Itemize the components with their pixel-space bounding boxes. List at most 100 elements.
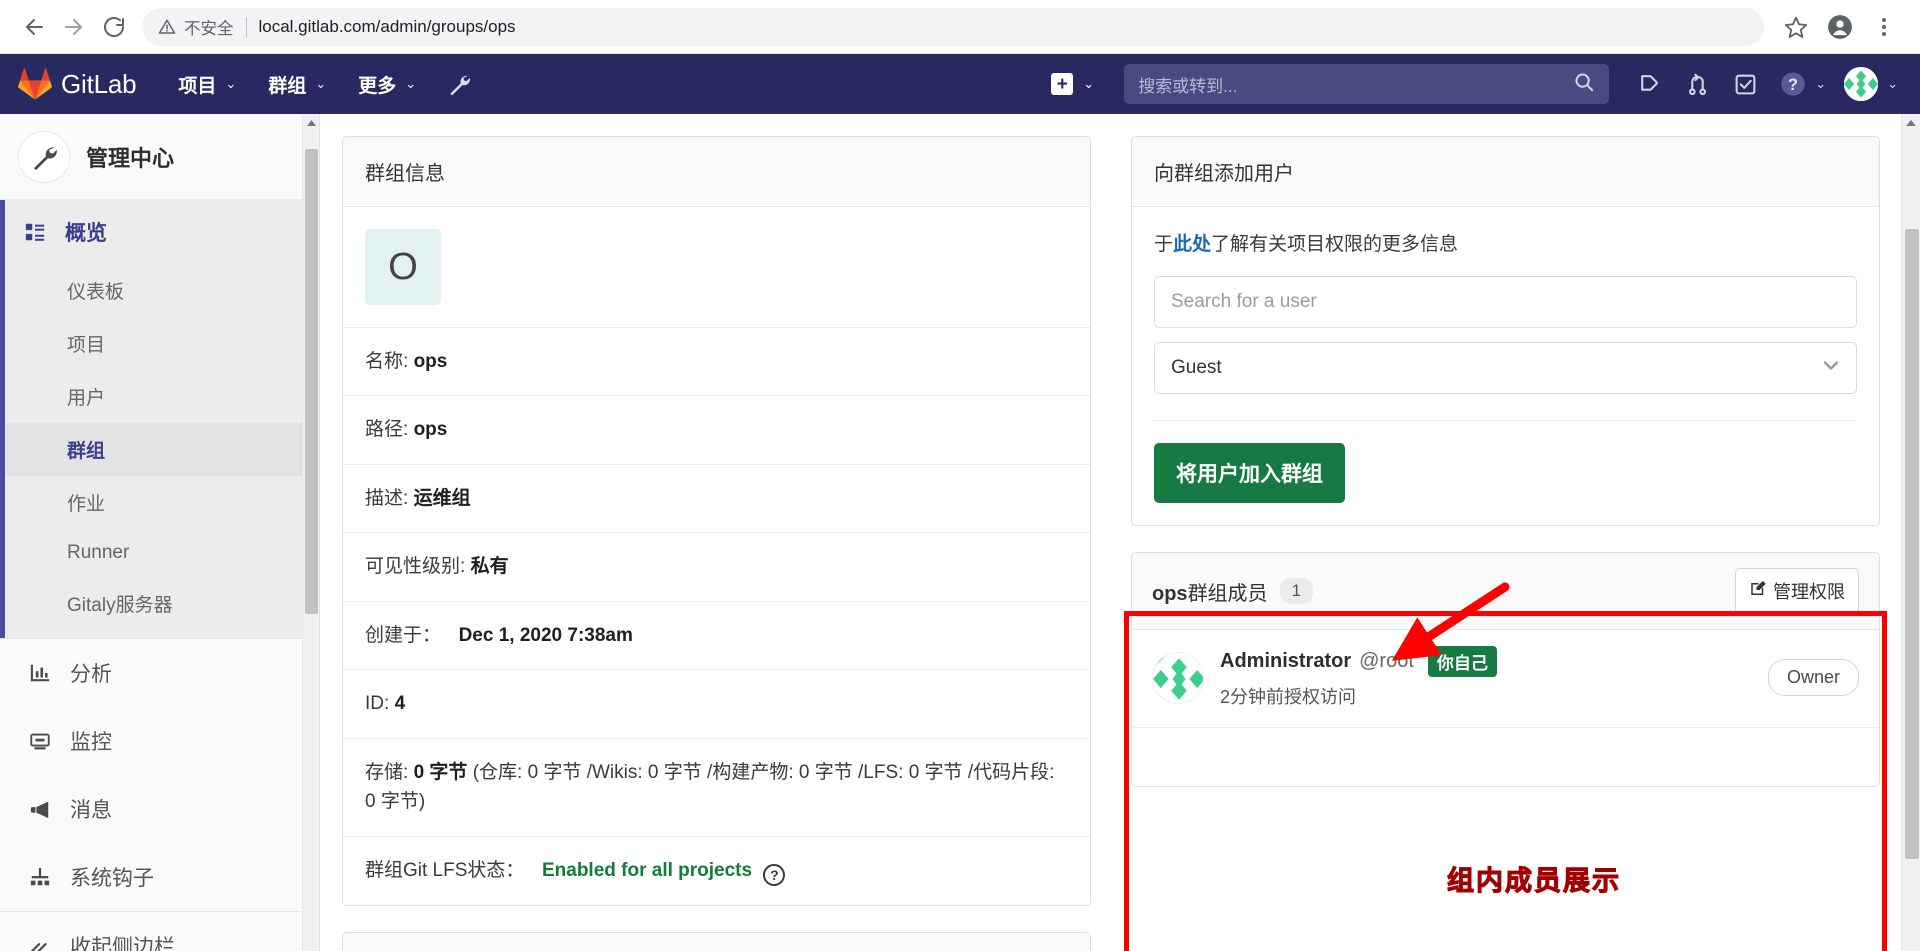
sidebar-scroll-thumb[interactable] — [305, 149, 318, 614]
group-created-value: Dec 1, 2020 7:38am — [458, 624, 633, 646]
group-storage-detail: (仓库: 0 字节 /Wikis: 0 字节 /构建产物: 0 字节 /LFS:… — [365, 761, 1055, 813]
permissions-link[interactable]: 此处 — [1173, 234, 1211, 255]
security-warning: 不安全 — [158, 15, 234, 39]
sidebar-item-system-hooks[interactable]: 系统钩子 — [0, 843, 319, 911]
gitlab-wordmark: GitLab — [61, 68, 137, 99]
sidebar-item-messages[interactable]: 消息 — [0, 775, 319, 843]
members-count-badge: 1 — [1279, 578, 1314, 604]
member-row[interactable]: Administrator @root 你自己 2分钟前授权访问 Owner — [1132, 630, 1879, 728]
sidebar-item-monitoring[interactable]: 监控 — [0, 707, 319, 775]
sidebar-item-gitaly[interactable]: Gitaly服务器 — [5, 577, 319, 630]
group-name-label: 名称: — [365, 351, 409, 372]
merge-requests-icon[interactable] — [1673, 54, 1721, 114]
nav-groups-label: 群组 — [268, 75, 307, 97]
main-scrollbar[interactable] — [1901, 114, 1920, 951]
create-new-button[interactable]: + ⌄ — [1043, 73, 1102, 95]
sidebar-messages-label: 消息 — [70, 799, 112, 822]
sidebar-system-hooks-label: 系统钩子 — [70, 867, 154, 890]
group-storage-row: 存储: 0 字节 (仓库: 0 字节 /Wikis: 0 字节 /构建产物: 0… — [343, 739, 1090, 837]
two-column-layout: 群组信息 O 名称: ops 路径: ops 描述: 运维组 可见性级别: 私有… — [342, 136, 1880, 951]
group-avatar: O — [365, 229, 441, 305]
edit-pencil-icon — [1749, 580, 1767, 603]
sidebar-item-overview[interactable]: 概览 — [5, 200, 319, 264]
sidebar-item-collapse[interactable]: 收起侧边栏 — [0, 912, 319, 951]
system-hooks-icon — [29, 866, 55, 888]
group-path-row: 路径: ops — [343, 396, 1090, 465]
chevron-down-icon: ⌄ — [1083, 76, 1095, 91]
sidebar-item-groups[interactable]: 群组 — [5, 423, 319, 476]
monitoring-icon — [29, 730, 55, 752]
form-divider — [1154, 420, 1857, 421]
role-select-wrapper[interactable]: Guest — [1154, 342, 1857, 394]
role-select[interactable]: Guest — [1154, 342, 1857, 394]
search-icon — [1573, 71, 1595, 98]
sidebar-monitoring-label: 监控 — [70, 731, 112, 754]
sidebar-header[interactable]: 管理中心 — [0, 114, 319, 200]
member-access-time: 2分钟前授权访问 — [1220, 687, 1357, 707]
sidebar-item-runner[interactable]: Runner — [5, 529, 319, 577]
member-identity-line: Administrator @root 你自己 — [1220, 646, 1768, 677]
secondary-card-header — [343, 933, 1090, 951]
svg-text:?: ? — [1788, 76, 1798, 94]
profile-icon[interactable] — [1818, 7, 1862, 47]
chevron-down-icon: ⌄ — [405, 76, 417, 91]
bookmark-star-icon[interactable] — [1774, 7, 1818, 47]
warning-triangle-icon — [158, 19, 176, 34]
member-name[interactable]: Administrator — [1220, 650, 1351, 673]
page-body: 管理中心 概览 仪表板 项目 用户 群组 作业 Runner Gitaly服务器… — [0, 114, 1920, 951]
search-user-input[interactable] — [1154, 276, 1857, 328]
nav-projects[interactable]: 项目 ⌄ — [162, 54, 252, 114]
chevron-down-icon: ⌄ — [1815, 76, 1827, 91]
url-text: local.gitlab.com/admin/groups/ops — [258, 16, 516, 36]
main-content: 群组信息 O 名称: ops 路径: ops 描述: 运维组 可见性级别: 私有… — [320, 114, 1920, 951]
admin-wrench-icon[interactable] — [432, 54, 486, 114]
search-placeholder: 搜索或转到... — [1138, 76, 1238, 96]
group-info-card: 群组信息 O 名称: ops 路径: ops 描述: 运维组 可见性级别: 私有… — [342, 136, 1091, 907]
sidebar-item-dashboard[interactable]: 仪表板 — [5, 264, 319, 317]
member-self-badge: 你自己 — [1427, 646, 1497, 677]
group-created-label: 创建于： — [365, 624, 442, 646]
nav-groups[interactable]: 群组 ⌄ — [252, 54, 342, 114]
manage-permissions-label: 管理权限 — [1773, 582, 1845, 602]
todos-icon[interactable] — [1721, 54, 1769, 114]
add-user-to-group-button[interactable]: 将用户加入群组 — [1154, 443, 1345, 503]
gitlab-navbar: GitLab 项目 ⌄ 群组 ⌄ 更多 ⌄ + ⌄ 搜索或转到... ? ⌄ ⌄ — [0, 54, 1920, 114]
collapse-icon — [29, 935, 55, 951]
issues-icon[interactable] — [1625, 54, 1673, 114]
member-handle: @root — [1359, 650, 1414, 672]
group-path-value: ops — [413, 419, 448, 441]
global-search[interactable]: 搜索或转到... — [1124, 64, 1610, 104]
group-visibility-row: 可见性级别: 私有 — [343, 533, 1090, 602]
members-card: ops群组成员 1 管理权限 Administrator @root 你自己 2… — [1131, 552, 1880, 787]
user-menu[interactable]: ⌄ — [1830, 67, 1908, 101]
group-info-title: 群组信息 — [365, 163, 445, 185]
main-scroll-thumb[interactable] — [1905, 229, 1919, 859]
sidebar-item-analytics[interactable]: 分析 — [0, 639, 319, 707]
address-bar[interactable]: 不安全 local.gitlab.com/admin/groups/ops — [142, 7, 1764, 46]
members-header: ops群组成员 1 管理权限 — [1132, 553, 1879, 630]
gitlab-logo[interactable]: GitLab — [18, 67, 137, 101]
forward-button[interactable] — [54, 7, 94, 47]
help-icon: ? — [1781, 72, 1805, 96]
group-description-label: 描述: — [365, 487, 409, 509]
manage-permissions-button[interactable]: 管理权限 — [1735, 568, 1859, 614]
scroll-up-icon[interactable] — [1902, 114, 1920, 132]
group-id-value: 4 — [394, 693, 406, 715]
group-name-value: ops — [413, 351, 448, 372]
analytics-icon — [29, 662, 55, 684]
sidebar-item-jobs[interactable]: 作业 — [5, 476, 319, 529]
browser-actions — [1774, 7, 1906, 47]
more-menu-icon[interactable] — [1862, 7, 1906, 47]
sidebar-item-users[interactable]: 用户 — [5, 370, 319, 423]
scroll-up-icon[interactable] — [303, 114, 319, 131]
left-column: 群组信息 O 名称: ops 路径: ops 描述: 运维组 可见性级别: 私有… — [342, 136, 1091, 951]
back-button[interactable] — [14, 7, 54, 47]
sidebar-scrollbar[interactable] — [302, 114, 319, 951]
help-menu[interactable]: ? ⌄ — [1769, 70, 1830, 98]
note-suffix: 了解有关项目权限的更多信息 — [1211, 234, 1459, 255]
group-description-value: 运维组 — [413, 487, 471, 509]
sidebar-item-projects[interactable]: 项目 — [5, 317, 319, 370]
reload-button[interactable] — [94, 7, 134, 47]
help-question-icon[interactable]: ? — [763, 864, 786, 887]
nav-more[interactable]: 更多 ⌄ — [342, 54, 432, 114]
